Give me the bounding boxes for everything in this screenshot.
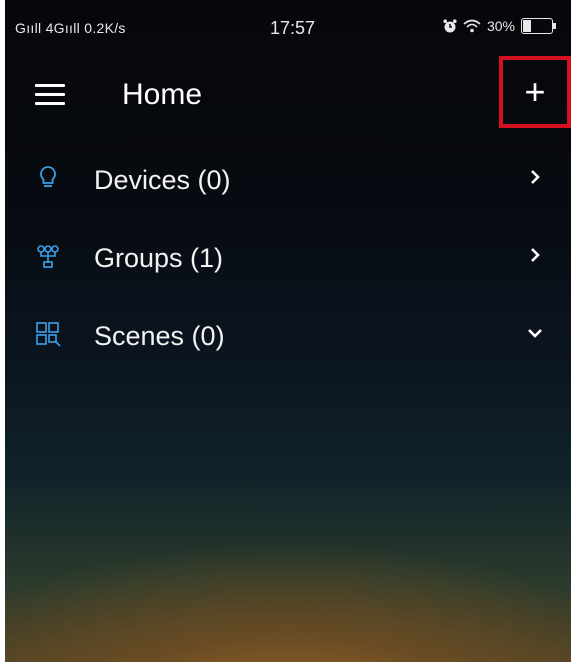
add-button[interactable]: + [499,56,571,128]
chevron-right-icon [531,170,540,184]
network-status: Gııll 4Gııll 0.2K/s [15,20,126,36]
battery-percent: 30% [486,18,515,34]
list-item-label: Devices (0) [94,165,231,195]
list-item-label: Groups (1) [94,243,224,273]
battery-icon [521,18,556,34]
groups-icon [37,245,59,268]
chevron-right-icon [531,248,540,262]
lightbulb-icon [40,166,56,187]
list-item-groups[interactable]: Groups (1) [5,223,571,301]
chevron-down-icon [528,329,542,338]
clock: 17:57 [270,18,316,38]
list-item-label: Scenes (0) [94,321,225,351]
wifi-icon [463,19,481,33]
list-item-devices[interactable]: Devices (0) [5,145,571,223]
status-bar: Gııll 4Gııll 0.2K/s 17:57 30% [5,0,571,60]
alarm-icon [443,19,457,33]
page-title: Home [122,78,203,111]
list-item-scenes[interactable]: Scenes (0) [5,301,571,379]
hamburger-menu-icon[interactable] [35,84,65,106]
app-bar: Home + [5,56,571,130]
home-menu-list: Devices (0) Groups (1) Scenes (0) [5,145,571,379]
scenes-icon [36,322,61,347]
phone-screen: Gııll 4Gııll 0.2K/s 17:57 30% Home + Dev… [5,0,571,662]
status-icons: 30% [443,18,556,34]
